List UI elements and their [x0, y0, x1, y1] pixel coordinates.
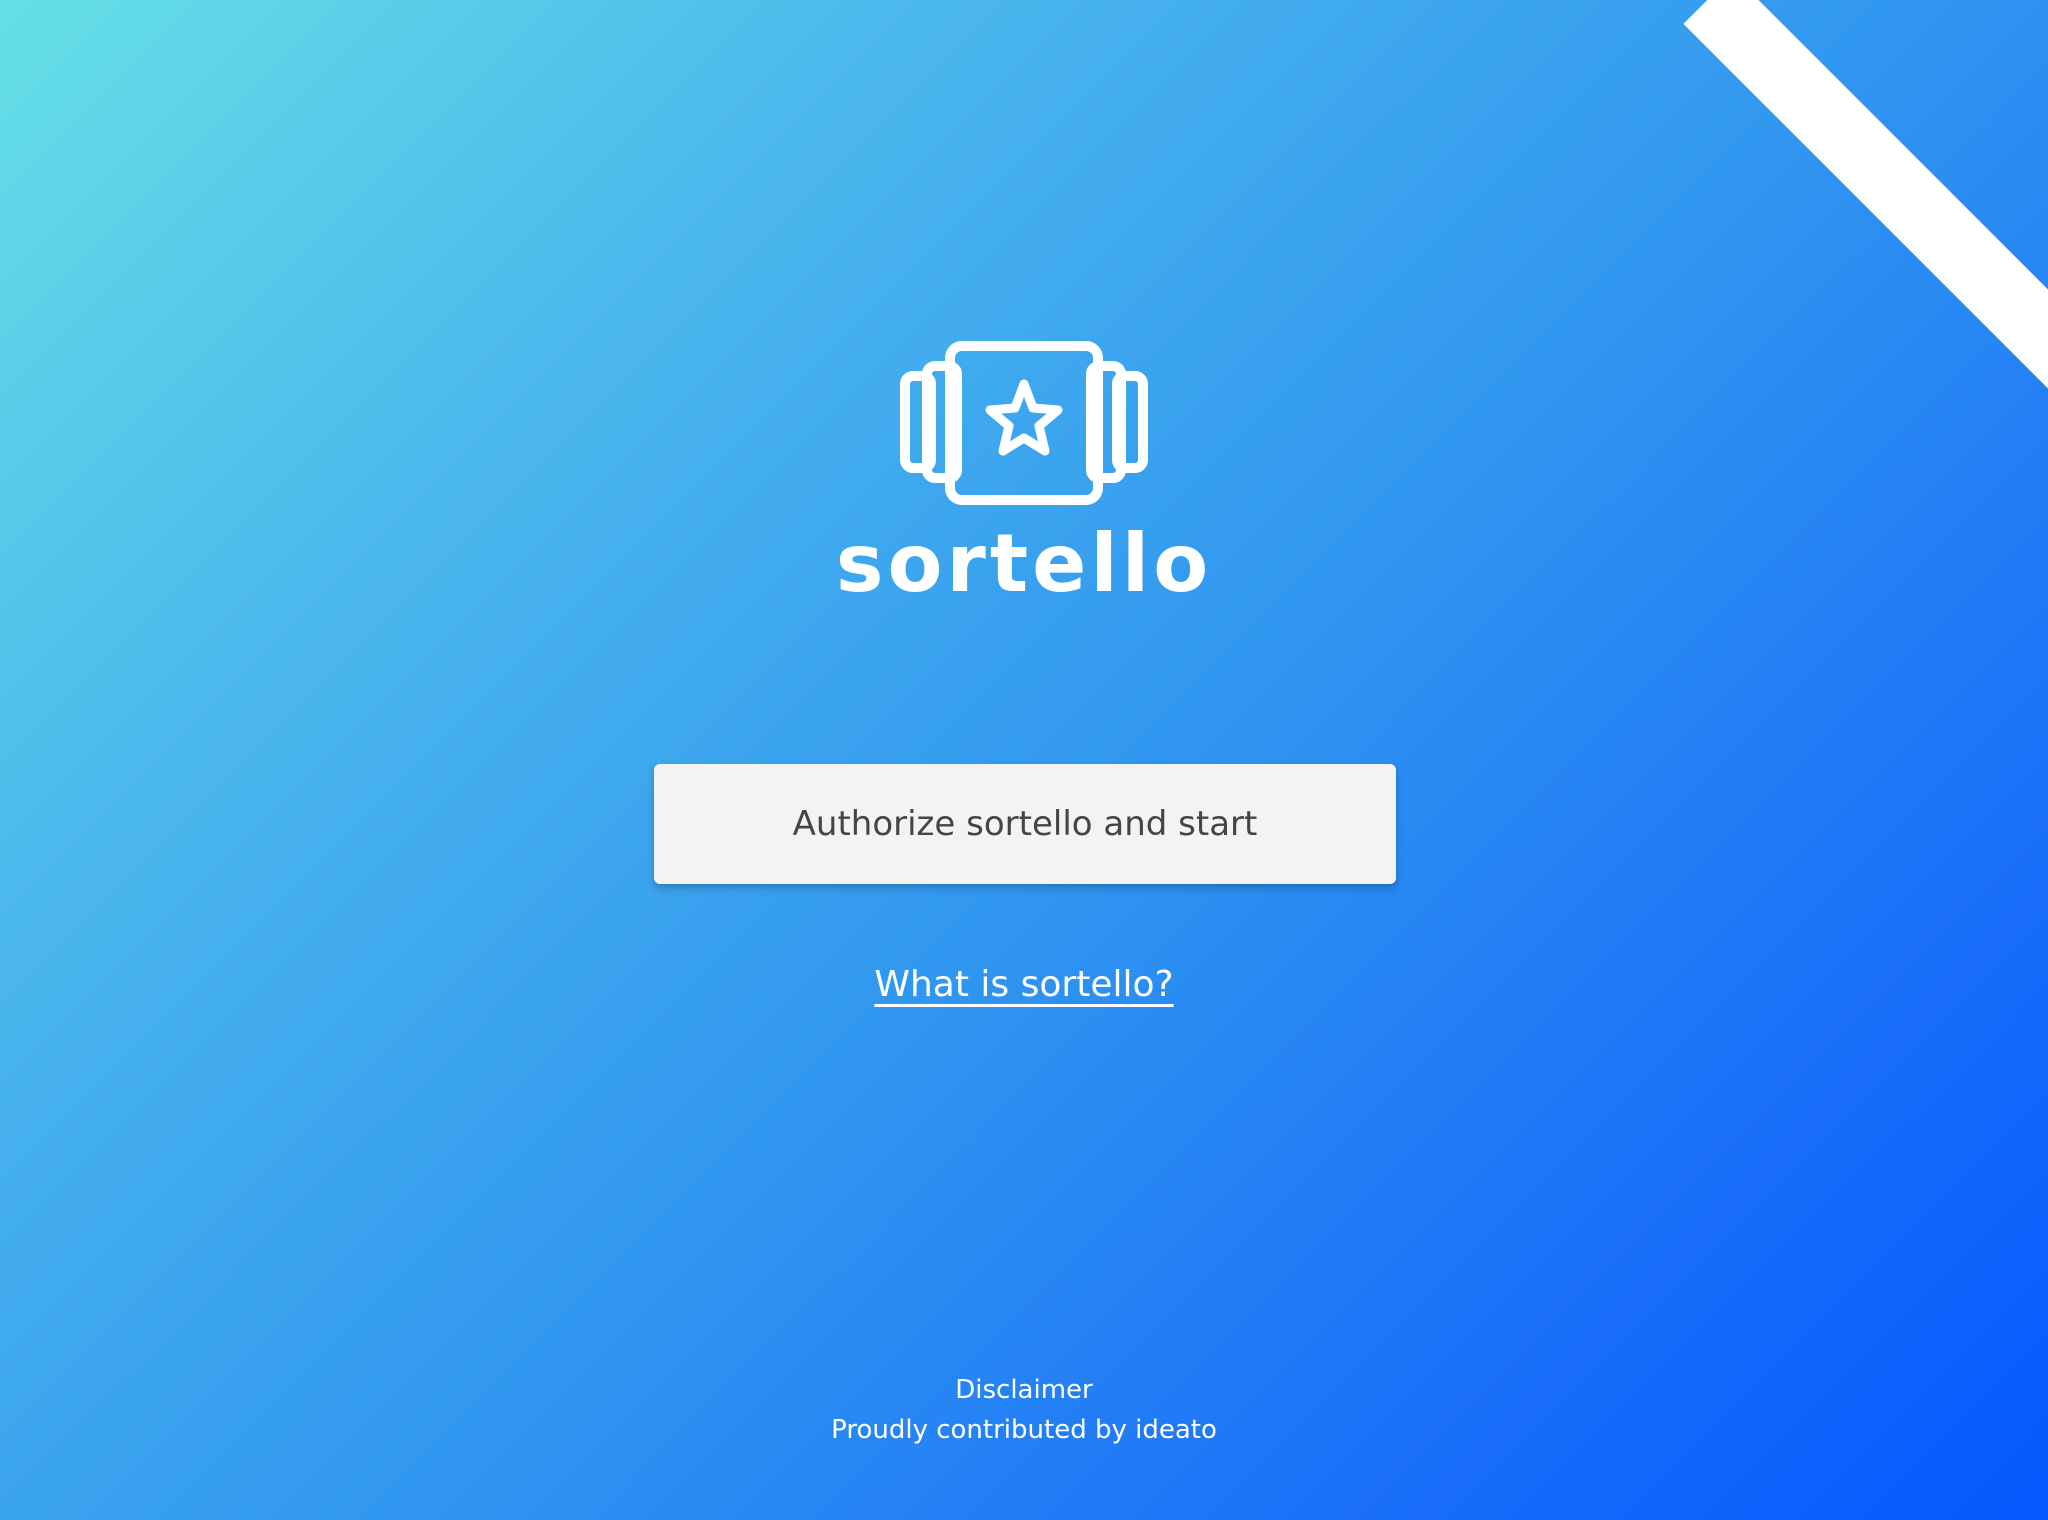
logo: sortello — [0, 340, 2048, 614]
corner-ribbon-band[interactable] — [1683, 0, 2048, 392]
authorize-button[interactable]: Authorize sortello and start — [654, 764, 1396, 884]
what-is-link-wrapper: What is sortello? — [0, 964, 2048, 1005]
stacked-cards-star-icon — [900, 341, 1148, 505]
what-is-sortello-link[interactable]: What is sortello? — [874, 964, 1173, 1005]
credit-link[interactable]: Proudly contributed by ideato — [831, 1415, 1217, 1445]
disclaimer-link[interactable]: Disclaimer — [955, 1375, 1092, 1405]
footer: Disclaimer Proudly contributed by ideato — [0, 1370, 2048, 1450]
app-wordmark: sortello — [835, 517, 1213, 610]
